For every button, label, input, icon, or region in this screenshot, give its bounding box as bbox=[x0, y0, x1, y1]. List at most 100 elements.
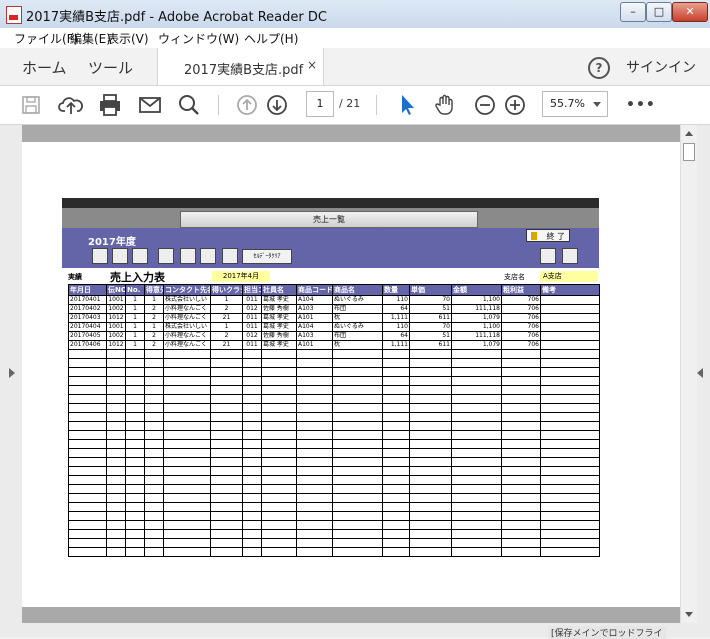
table-cell bbox=[332, 412, 383, 422]
table-cell bbox=[125, 439, 145, 449]
page-number-input[interactable]: 1 bbox=[306, 91, 334, 117]
tab-document[interactable]: 2017実績B支店.pdf × bbox=[157, 48, 324, 85]
email-icon[interactable] bbox=[137, 92, 163, 118]
table-cell bbox=[409, 529, 452, 539]
table-cell: 佐藤 秀樹 bbox=[261, 304, 297, 314]
table-cell bbox=[125, 538, 145, 548]
search-icon[interactable] bbox=[176, 92, 202, 118]
table-cell: 20170405 bbox=[68, 331, 107, 341]
table-cell bbox=[332, 430, 383, 440]
print-icon[interactable] bbox=[97, 92, 123, 118]
table-cell bbox=[332, 403, 383, 413]
table-cell: 1 bbox=[125, 304, 145, 314]
select-cursor-icon[interactable] bbox=[394, 92, 420, 118]
table-cell bbox=[451, 511, 502, 521]
table-cell bbox=[144, 493, 164, 503]
table-cell bbox=[242, 349, 262, 359]
menu-edit[interactable]: 編集(E) bbox=[70, 30, 111, 47]
previous-page-icon[interactable] bbox=[234, 92, 260, 118]
close-window-button[interactable]: ✕ bbox=[672, 2, 708, 22]
vertical-scrollbar[interactable] bbox=[680, 125, 697, 623]
save-icon[interactable] bbox=[18, 92, 44, 118]
maximize-button[interactable]: □ bbox=[646, 2, 672, 22]
upload-cloud-icon[interactable] bbox=[58, 92, 84, 118]
table-cell bbox=[210, 403, 243, 413]
table-cell bbox=[106, 385, 126, 395]
table-cell bbox=[210, 412, 243, 422]
table-cell bbox=[242, 412, 262, 422]
toolbar-divider bbox=[376, 95, 377, 115]
table-cell bbox=[296, 457, 333, 467]
close-tab-icon[interactable]: × bbox=[307, 58, 317, 72]
scroll-down-icon[interactable] bbox=[685, 612, 693, 617]
table-cell bbox=[125, 385, 145, 395]
minimize-button[interactable]: – bbox=[620, 2, 646, 22]
table-cell bbox=[261, 358, 297, 368]
scroll-up-icon[interactable] bbox=[685, 131, 693, 136]
table-cell bbox=[210, 475, 243, 485]
column-header: コンタクト先名 bbox=[163, 284, 211, 296]
branch-field: A支店 bbox=[540, 271, 598, 282]
table-row: 20170406 1012 1 2 小料理なんごく 21 011 葛城 孝史 A101 枕 1,11… bbox=[68, 340, 600, 350]
table-cell bbox=[501, 385, 541, 395]
table-cell bbox=[144, 457, 164, 467]
tab-home[interactable]: ホーム bbox=[22, 57, 67, 78]
table-cell bbox=[68, 403, 107, 413]
table-cell bbox=[261, 466, 297, 476]
table-cell bbox=[144, 394, 164, 404]
table-cell bbox=[409, 403, 452, 413]
zoom-in-icon[interactable] bbox=[502, 92, 528, 118]
table-cell bbox=[501, 349, 541, 359]
table-cell bbox=[106, 376, 126, 386]
table-cell: 株式会社いしい bbox=[163, 295, 211, 305]
column-header: 数量 bbox=[382, 284, 410, 296]
table-cell bbox=[242, 493, 262, 503]
right-panel-toggle-icon[interactable] bbox=[697, 368, 703, 378]
table-cell bbox=[144, 349, 164, 359]
table-cell bbox=[144, 367, 164, 377]
table-cell bbox=[210, 502, 243, 512]
table-cell bbox=[540, 475, 600, 485]
table-cell: 611 bbox=[409, 313, 452, 323]
table-cell bbox=[501, 529, 541, 539]
menu-help[interactable]: ヘルプ(H) bbox=[244, 30, 298, 47]
zoom-out-icon[interactable] bbox=[472, 92, 498, 118]
zoom-level-select[interactable]: 55.7% bbox=[542, 91, 608, 117]
table-cell bbox=[409, 349, 452, 359]
tab-tools[interactable]: ツール bbox=[88, 57, 133, 78]
table-cell bbox=[382, 448, 410, 458]
table-cell bbox=[540, 529, 600, 539]
table-cell bbox=[409, 367, 452, 377]
menu-file[interactable]: ファイル(F) bbox=[14, 30, 78, 47]
table-cell bbox=[451, 502, 502, 512]
table-cell: 1,079 bbox=[451, 313, 502, 323]
table-cell: 1 bbox=[125, 331, 145, 341]
more-tools-icon[interactable]: ••• bbox=[626, 97, 656, 113]
table-cell: 1 bbox=[125, 322, 145, 332]
menu-view[interactable]: 表示(V) bbox=[107, 30, 149, 47]
scroll-thumb[interactable] bbox=[683, 143, 695, 161]
table-cell bbox=[332, 421, 383, 431]
table-cell bbox=[261, 484, 297, 494]
end-button: 終 了 bbox=[526, 229, 570, 242]
table-cell bbox=[144, 538, 164, 548]
hand-tool-icon[interactable] bbox=[432, 92, 458, 118]
sign-in-button[interactable]: サインイン bbox=[626, 57, 696, 77]
help-icon[interactable]: ? bbox=[588, 57, 610, 79]
table-cell bbox=[68, 520, 107, 530]
left-panel-toggle-icon[interactable] bbox=[9, 368, 15, 378]
table-cell bbox=[501, 475, 541, 485]
table-cell bbox=[261, 547, 297, 557]
table-cell bbox=[144, 412, 164, 422]
table-cell bbox=[332, 511, 383, 521]
table-cell: 64 bbox=[382, 304, 410, 314]
next-page-icon[interactable] bbox=[264, 92, 290, 118]
table-cell bbox=[68, 385, 107, 395]
table-cell bbox=[296, 511, 333, 521]
table-cell bbox=[144, 547, 164, 557]
delete-row-icon bbox=[200, 248, 216, 264]
table-cell: 111,118 bbox=[451, 331, 502, 341]
menu-window[interactable]: ウィンドウ(W) bbox=[158, 30, 239, 47]
table-cell bbox=[382, 538, 410, 548]
empty-table-row bbox=[68, 466, 600, 476]
